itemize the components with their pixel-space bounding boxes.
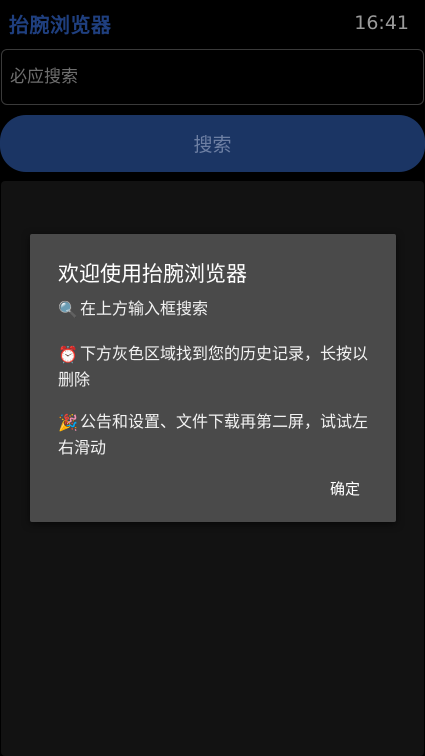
dialog-item-text: 在上方输入框搜索 bbox=[80, 299, 209, 318]
dialog-item-history: ⏰ 下方灰色区域找到您的历史记录，长按以删除 bbox=[58, 341, 368, 392]
clock: 16:41 bbox=[354, 12, 409, 34]
dialog-item-text: 公告和设置、文件下载再第二屏，试试左右滑动 bbox=[58, 412, 369, 457]
party-popper-icon: 🎉 bbox=[58, 413, 78, 432]
ok-button[interactable]: 确定 bbox=[330, 478, 360, 499]
dialog-item-text: 下方灰色区域找到您的历史记录，长按以删除 bbox=[58, 344, 369, 389]
dialog-item-search: 🔍 在上方输入框搜索 bbox=[58, 296, 368, 322]
magnifier-icon: 🔍 bbox=[58, 300, 78, 319]
app-root: 抬腕浏览器 16:41 搜索 欢迎使用抬腕浏览器 🔍在上方输入框搜索 ⏰下方灰色… bbox=[0, 0, 425, 756]
dialog-title: 欢迎使用抬腕浏览器 bbox=[58, 262, 247, 286]
alarm-clock-icon: ⏰ bbox=[58, 345, 78, 364]
search-button[interactable]: 搜索 bbox=[0, 115, 425, 172]
app-title: 抬腕浏览器 bbox=[9, 12, 112, 37]
dialog-item-swipe: 🎉 公告和设置、文件下载再第二屏，试试左右滑动 bbox=[58, 409, 368, 460]
welcome-dialog: 欢迎使用抬腕浏览器 🔍 在上方输入框搜索 ⏰ 下方灰色区域找到您的历史记录，长按以删… bbox=[30, 234, 396, 522]
top-bar: 抬腕浏览器 16:41 bbox=[0, 0, 425, 46]
search-input[interactable] bbox=[1, 49, 424, 105]
